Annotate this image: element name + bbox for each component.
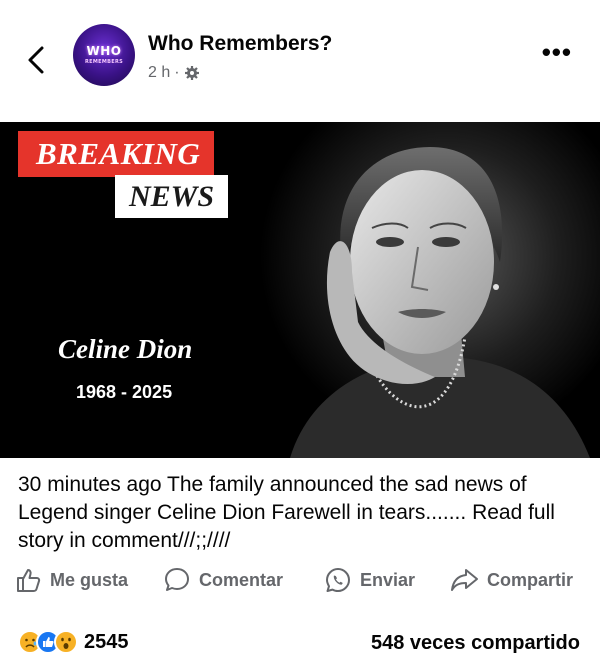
comment-icon bbox=[165, 568, 189, 591]
portrait-photo bbox=[260, 122, 600, 458]
celebrity-years: 1968 - 2025 bbox=[76, 382, 173, 402]
post-footer: 2545 548 veces compartido bbox=[0, 618, 600, 666]
comment-button[interactable]: Comentar bbox=[163, 566, 283, 594]
post-meta: 2 h · bbox=[148, 64, 200, 82]
page-avatar[interactable]: WHO REMEMBERS bbox=[73, 24, 135, 86]
back-arrow-icon[interactable] bbox=[22, 40, 52, 80]
like-button[interactable]: Me gusta bbox=[14, 566, 128, 594]
post-header: WHO REMEMBERS Who Remembers? 2 h · ••• bbox=[0, 0, 600, 122]
comment-label: Comentar bbox=[199, 569, 284, 590]
more-options-button[interactable]: ••• bbox=[542, 39, 572, 65]
post-time[interactable]: 2 h bbox=[148, 64, 170, 82]
breaking-banner: BREAKING bbox=[18, 131, 215, 177]
share-count[interactable]: 548 veces compartido bbox=[371, 632, 580, 655]
post-text: 30 minutes ago The family announced the … bbox=[18, 473, 555, 552]
whatsapp-icon bbox=[326, 568, 350, 592]
avatar-logo-text: WHO bbox=[86, 44, 122, 58]
gear-icon bbox=[184, 66, 199, 80]
meta-separator: · bbox=[174, 64, 180, 81]
send-button[interactable]: Enviar bbox=[324, 566, 415, 594]
reactions-summary[interactable]: 2545 bbox=[18, 630, 129, 654]
share-label: Compartir bbox=[487, 569, 574, 590]
action-bar: Me gusta Comentar Enviar Compartir bbox=[0, 562, 600, 602]
post-image[interactable]: BREAKING NEWS Celine Dion 1968 - 2025 bbox=[0, 122, 600, 458]
share-button[interactable]: Compartir bbox=[449, 566, 573, 594]
news-banner: NEWS bbox=[115, 175, 229, 218]
avatar-logo-subtext: REMEMBERS bbox=[84, 59, 123, 65]
share-icon bbox=[451, 569, 478, 591]
wow-icon bbox=[54, 630, 78, 654]
thumbs-up-icon bbox=[17, 569, 41, 592]
like-label: Me gusta bbox=[50, 569, 129, 590]
send-label: Enviar bbox=[360, 569, 416, 590]
celebrity-name: Celine Dion bbox=[58, 334, 193, 364]
page-name[interactable]: Who Remembers? bbox=[148, 32, 332, 56]
reaction-count: 2545 bbox=[84, 630, 129, 653]
